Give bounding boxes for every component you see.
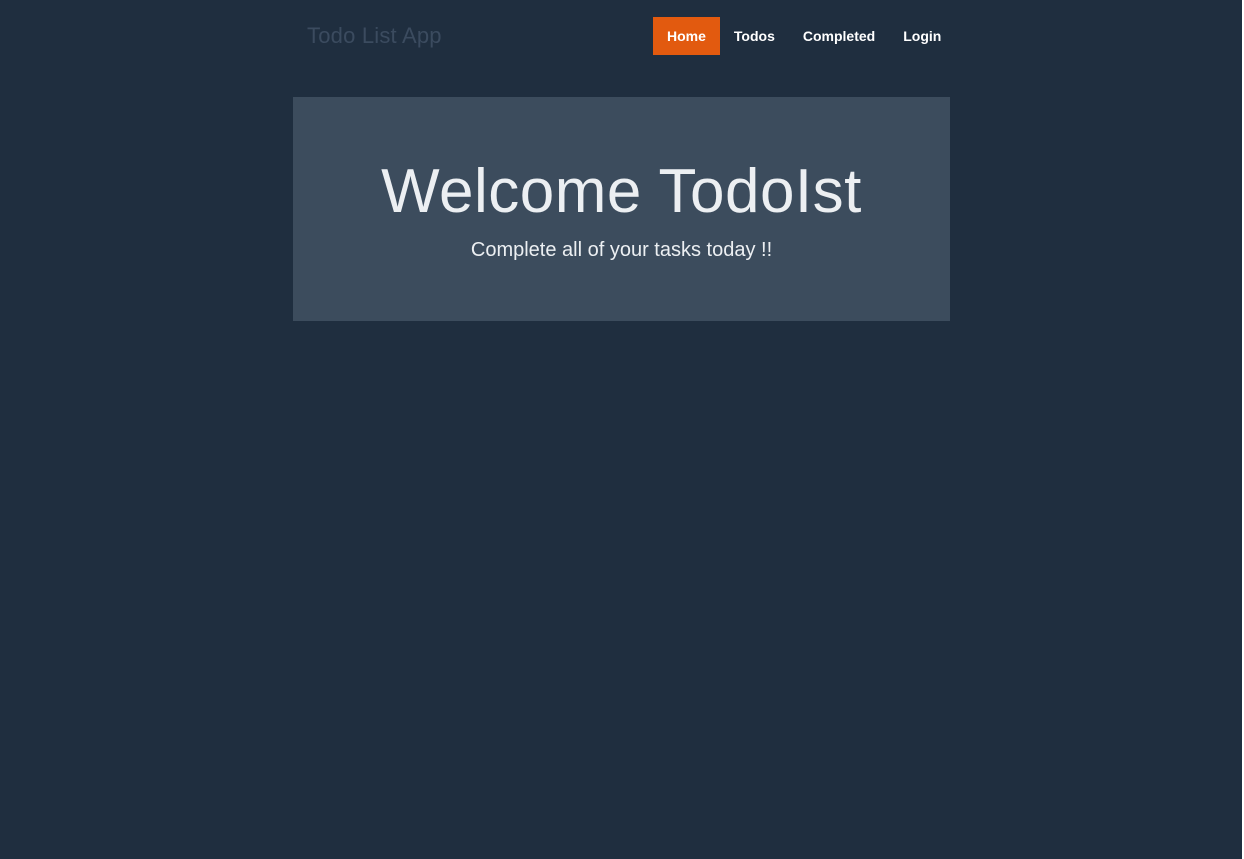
page-subtitle: Complete all of your tasks today !! xyxy=(470,239,773,261)
welcome-jumbotron: Welcome TodoIst Complete all of your tas… xyxy=(293,97,950,321)
nav-item-todos[interactable]: Todos xyxy=(720,17,789,55)
nav-menu: Home Todos Completed Login xyxy=(653,17,955,55)
top-navbar: Todo List App Home Todos Completed Login xyxy=(293,17,950,55)
nav-item-home[interactable]: Home xyxy=(653,17,720,55)
app-page: Todo List App Home Todos Completed Login… xyxy=(0,0,1244,859)
nav-item-login[interactable]: Login xyxy=(889,17,955,55)
nav-item-completed[interactable]: Completed xyxy=(789,17,889,55)
brand-link[interactable]: Todo List App xyxy=(307,17,442,55)
page-title: Welcome TodoIst xyxy=(381,157,862,226)
